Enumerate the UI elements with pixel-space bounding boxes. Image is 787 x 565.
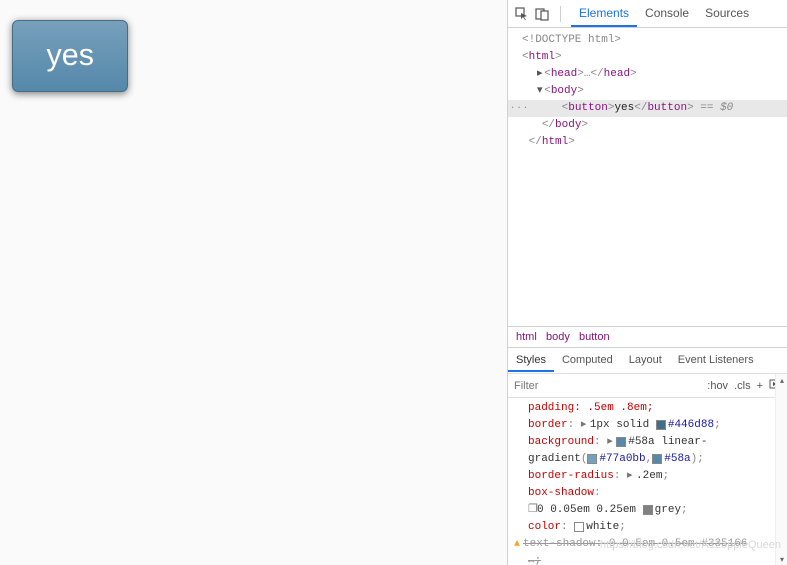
crumb-body[interactable]: body bbox=[540, 331, 570, 343]
collapse-icon[interactable]: ▾ bbox=[535, 83, 544, 100]
color-swatch-icon[interactable] bbox=[652, 454, 662, 464]
page-viewport: yes bbox=[0, 0, 507, 565]
tab-event-listeners[interactable]: Event Listeners bbox=[670, 349, 762, 372]
dom-html-close[interactable]: </html> bbox=[508, 134, 787, 151]
dom-html-open[interactable]: <html> bbox=[508, 49, 787, 66]
style-gradient-args[interactable]: gradient(#77a0bb,#58a); bbox=[528, 451, 787, 468]
color-swatch-icon[interactable] bbox=[574, 522, 584, 532]
crumb-html[interactable]: html bbox=[516, 331, 537, 343]
style-textshadow-cont[interactable]: ↔; bbox=[528, 553, 787, 565]
scrollbar[interactable]: ▾ bbox=[775, 398, 787, 565]
tab-sources[interactable]: Sources bbox=[697, 0, 757, 27]
dom-tree[interactable]: <!DOCTYPE html> <html> ▸<head>…</head> ▾… bbox=[508, 28, 787, 159]
color-swatch-icon[interactable] bbox=[656, 420, 666, 430]
devtools-tabs: Elements Console Sources bbox=[571, 0, 757, 27]
style-background[interactable]: background: ▸#58a linear- bbox=[528, 434, 787, 451]
style-textshadow-invalid[interactable]: ▲text-shadow: 0 0.5em 0.5em #335166 bbox=[528, 536, 787, 553]
styles-tabbar: Styles Computed Layout Event Listeners bbox=[508, 347, 787, 373]
toolbar-separator bbox=[560, 6, 561, 22]
color-swatch-icon[interactable] bbox=[616, 437, 626, 447]
tab-elements[interactable]: Elements bbox=[571, 0, 637, 27]
scrollbar-corner: ▴ bbox=[775, 374, 787, 399]
tab-styles[interactable]: Styles bbox=[508, 349, 554, 372]
styles-pane[interactable]: padding: .5em .8em; border: ▸1px solid #… bbox=[508, 398, 787, 565]
style-color[interactable]: color: white; bbox=[528, 519, 787, 536]
dom-body-open[interactable]: ▾<body> bbox=[508, 83, 787, 100]
dom-body-close[interactable]: </body> bbox=[508, 117, 787, 134]
expand-icon[interactable]: ▸ bbox=[535, 66, 544, 83]
style-truncated[interactable]: padding: .5em .8em; bbox=[528, 400, 787, 417]
cls-toggle[interactable]: .cls bbox=[734, 380, 751, 392]
scroll-up-icon[interactable]: ▴ bbox=[776, 374, 787, 386]
dom-spacer bbox=[508, 159, 787, 326]
style-radius[interactable]: border-radius: ▸.2em; bbox=[528, 468, 787, 485]
tab-layout[interactable]: Layout bbox=[621, 349, 670, 372]
style-border[interactable]: border: ▸1px solid #446d88; bbox=[528, 417, 787, 434]
filter-input[interactable] bbox=[508, 380, 701, 392]
row-actions-icon[interactable]: ··· bbox=[510, 100, 529, 117]
device-toggle-icon[interactable] bbox=[534, 6, 550, 22]
dom-doctype[interactable]: <!DOCTYPE html> bbox=[508, 32, 787, 49]
tab-console[interactable]: Console bbox=[637, 0, 697, 27]
dom-button-selected[interactable]: <button>yes</button> == $0 bbox=[508, 100, 787, 117]
rendered-yes-button[interactable]: yes bbox=[12, 20, 128, 92]
style-boxshadow-val[interactable]: ❐0 0.05em 0.25em grey; bbox=[528, 502, 787, 519]
inspect-icon[interactable] bbox=[514, 6, 530, 22]
hov-toggle[interactable]: :hov bbox=[707, 380, 728, 392]
color-swatch-icon[interactable] bbox=[643, 505, 653, 515]
crumb-button[interactable]: button bbox=[573, 331, 610, 343]
new-rule-button[interactable]: + bbox=[757, 380, 763, 392]
styles-scroll-area: padding: .5em .8em; border: ▸1px solid #… bbox=[508, 398, 787, 565]
devtools-toolbar: Elements Console Sources bbox=[508, 0, 787, 28]
style-boxshadow[interactable]: box-shadow: bbox=[528, 485, 787, 502]
color-swatch-icon[interactable] bbox=[587, 454, 597, 464]
app-root: yes Elements Console Sources <!DOCTYPE h… bbox=[0, 0, 787, 565]
breadcrumb: html body button bbox=[508, 326, 787, 347]
scroll-down-icon[interactable]: ▾ bbox=[776, 553, 787, 565]
styles-filter-row: :hov .cls + ▴ bbox=[508, 373, 787, 398]
warning-icon: ▲ bbox=[514, 536, 520, 553]
dom-head[interactable]: ▸<head>…</head> bbox=[508, 66, 787, 83]
devtools-panel: Elements Console Sources <!DOCTYPE html>… bbox=[507, 0, 787, 565]
tab-computed[interactable]: Computed bbox=[554, 349, 621, 372]
